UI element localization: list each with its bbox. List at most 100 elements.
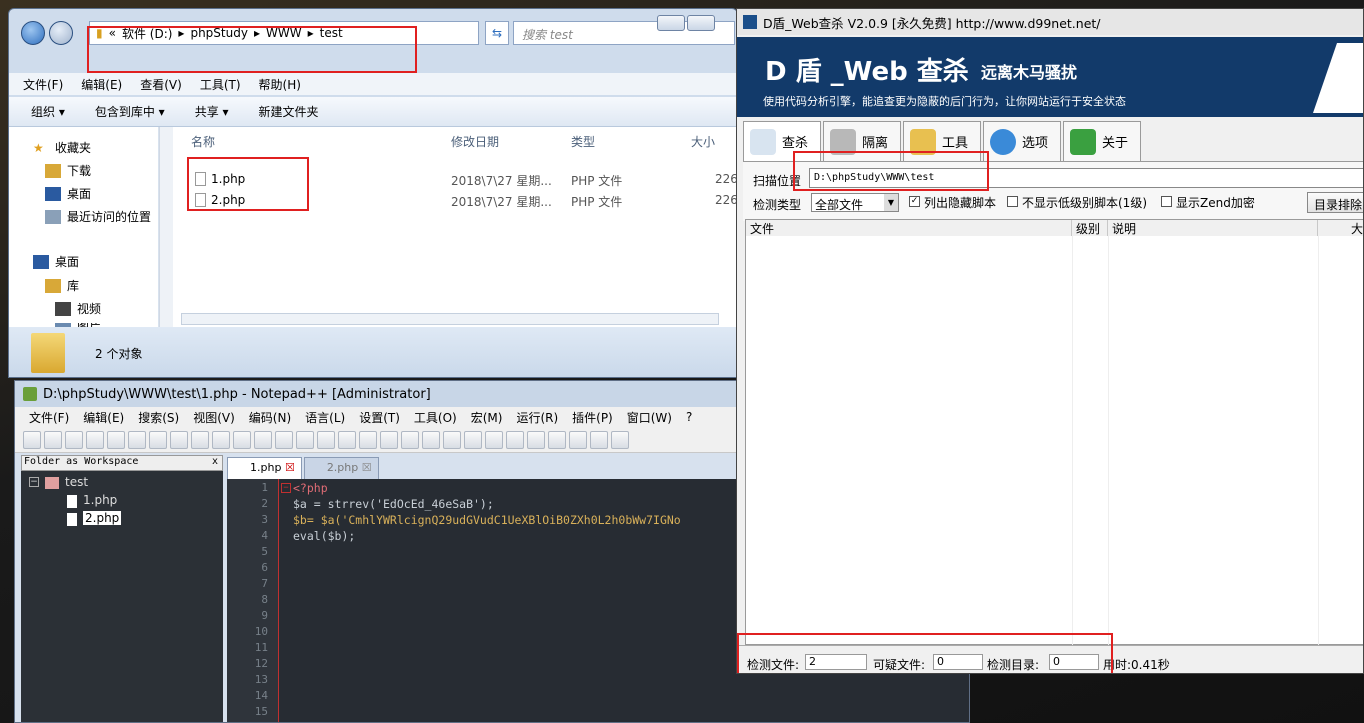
npp-menu-settings[interactable]: 设置(T) — [359, 409, 400, 426]
zend-checkbox[interactable] — [1161, 196, 1172, 207]
nav-favorites[interactable]: ★ 收藏夹 — [33, 139, 91, 156]
forward-button[interactable] — [49, 21, 73, 45]
col-type[interactable]: 类型 — [571, 133, 595, 150]
word-wrap-icon[interactable] — [401, 430, 419, 449]
menu-edit[interactable]: 编辑(E) — [81, 76, 122, 93]
show-all-chars-icon[interactable] — [422, 430, 440, 449]
tab-1php[interactable]: 1.php ☒ — [227, 457, 302, 479]
undo-icon[interactable] — [233, 430, 251, 449]
code-line: $a = strrev('EdOcEd_46eSaB'); — [293, 497, 494, 511]
nav-libraries[interactable]: 库 — [45, 277, 79, 294]
indent-guide-icon[interactable] — [443, 430, 461, 449]
zoom-in-icon[interactable] — [317, 430, 335, 449]
new-folder-button[interactable]: 新建文件夹 — [259, 103, 319, 120]
copy-icon[interactable] — [191, 430, 209, 449]
redo-icon[interactable] — [254, 430, 272, 449]
npp-menu-run[interactable]: 运行(R) — [516, 409, 558, 426]
grid-col-file[interactable]: 文件 — [746, 220, 1072, 236]
minimize-button[interactable] — [657, 15, 685, 31]
highlight-box — [737, 633, 1113, 673]
monitor-icon[interactable] — [548, 430, 566, 449]
npp-menu-plugins[interactable]: 插件(P) — [572, 409, 613, 426]
col-name[interactable]: 名称 — [191, 133, 215, 150]
replace-icon[interactable] — [296, 430, 314, 449]
npp-menu-search[interactable]: 搜索(S) — [138, 409, 179, 426]
menu-file[interactable]: 文件(F) — [23, 76, 63, 93]
nav-desktop[interactable]: 桌面 — [33, 253, 79, 270]
scan-type-select[interactable]: 全部文件 ▼ — [811, 193, 899, 212]
menu-tools[interactable]: 工具(T) — [200, 76, 241, 93]
new-file-icon[interactable] — [23, 430, 41, 449]
maximize-button[interactable] — [687, 15, 715, 31]
line-number-gutter: 1 2 3 4 5 6 7 8 9 10 11 12 13 14 15 — [227, 479, 279, 722]
dropdown-arrow-icon[interactable]: ▼ — [884, 194, 898, 211]
exclude-dirs-button[interactable]: 目录排除 — [1307, 192, 1363, 213]
close-icon[interactable]: x — [212, 456, 218, 467]
zoom-out-icon[interactable] — [338, 430, 356, 449]
menu-bar: 文件(F) 编辑(E) 查看(V) 工具(T) 帮助(H) — [9, 73, 737, 95]
open-file-icon[interactable] — [44, 430, 62, 449]
tab-options[interactable]: 选项 — [983, 121, 1061, 161]
grid-col-size[interactable]: 大 — [1318, 220, 1363, 236]
tree-item-selected[interactable]: 2.php — [83, 511, 122, 525]
paste-icon[interactable] — [212, 430, 230, 449]
nav-desktop-fav[interactable]: 桌面 — [45, 185, 91, 202]
nav-downloads[interactable]: 下载 — [45, 162, 91, 179]
grid-col-level[interactable]: 级别 — [1072, 220, 1108, 236]
save-all-icon[interactable] — [86, 430, 104, 449]
record-macro-icon[interactable] — [569, 430, 587, 449]
close-icon[interactable]: ☒ — [285, 461, 295, 474]
npp-menu-macro[interactable]: 宏(M) — [471, 409, 503, 426]
item-count: 2 个对象 — [95, 346, 143, 361]
npp-menu-tools[interactable]: 工具(O) — [414, 409, 457, 426]
npp-menu-help[interactable]: ? — [686, 410, 692, 424]
organize-button[interactable]: 组织 ▾ — [31, 103, 65, 120]
tab-2php[interactable]: 2.php ☒ — [303, 457, 379, 479]
folder-workspace-icon[interactable] — [527, 430, 545, 449]
function-list-icon[interactable] — [506, 430, 524, 449]
nav-videos[interactable]: 视频 — [55, 300, 101, 317]
include-library-button[interactable]: 包含到库中 ▾ — [95, 103, 165, 120]
col-size[interactable]: 大小 — [691, 133, 715, 150]
tab-about[interactable]: 关于 — [1063, 121, 1141, 161]
refresh-icon[interactable]: ⇆ — [485, 21, 509, 45]
sync-v-icon[interactable] — [359, 430, 377, 449]
banner-title: D 盾 _Web 查杀 — [765, 57, 969, 87]
nav-scrollbar[interactable] — [159, 127, 173, 327]
save-icon[interactable] — [65, 430, 83, 449]
menu-help[interactable]: 帮助(H) — [259, 76, 301, 93]
results-grid[interactable]: 文件 级别 说明 大 — [745, 219, 1363, 646]
grid-col-desc[interactable]: 说明 — [1108, 220, 1318, 236]
collapse-icon[interactable]: − — [29, 477, 39, 487]
tree-root[interactable]: test — [65, 475, 88, 489]
low-level-checkbox[interactable] — [1007, 196, 1018, 207]
npp-menu-language[interactable]: 语言(L) — [305, 409, 345, 426]
close-icon[interactable]: ☒ — [362, 461, 372, 474]
find-icon[interactable] — [275, 430, 293, 449]
back-button[interactable] — [21, 21, 45, 45]
desktop-icon — [33, 254, 49, 269]
npp-menu-view[interactable]: 视图(V) — [193, 409, 235, 426]
cut-icon[interactable] — [170, 430, 188, 449]
npp-menu-file[interactable]: 文件(F) — [29, 409, 69, 426]
npp-menu-edit[interactable]: 编辑(E) — [83, 409, 124, 426]
fold-icon[interactable]: − — [281, 483, 291, 493]
close-all-icon[interactable] — [128, 430, 146, 449]
doc-map-icon[interactable] — [485, 430, 503, 449]
stop-macro-icon[interactable] — [590, 430, 608, 449]
horizontal-scrollbar[interactable] — [181, 313, 719, 325]
sync-h-icon[interactable] — [380, 430, 398, 449]
hidden-scripts-checkbox[interactable]: ✓ — [909, 196, 920, 207]
npp-title: D:\phpStudy\WWW\test\1.php - Notepad++ [… — [43, 386, 431, 402]
tree-item[interactable]: 1.php — [83, 493, 117, 507]
play-macro-icon[interactable] — [611, 430, 629, 449]
nav-recent[interactable]: 最近访问的位置 — [45, 208, 151, 225]
share-button[interactable]: 共享 ▾ — [195, 103, 229, 120]
npp-menu-window[interactable]: 窗口(W) — [627, 409, 672, 426]
menu-view[interactable]: 查看(V) — [140, 76, 182, 93]
udl-icon[interactable] — [464, 430, 482, 449]
col-date[interactable]: 修改日期 — [451, 133, 499, 150]
print-icon[interactable] — [149, 430, 167, 449]
close-icon[interactable] — [107, 430, 125, 449]
npp-menu-encoding[interactable]: 编码(N) — [249, 409, 291, 426]
